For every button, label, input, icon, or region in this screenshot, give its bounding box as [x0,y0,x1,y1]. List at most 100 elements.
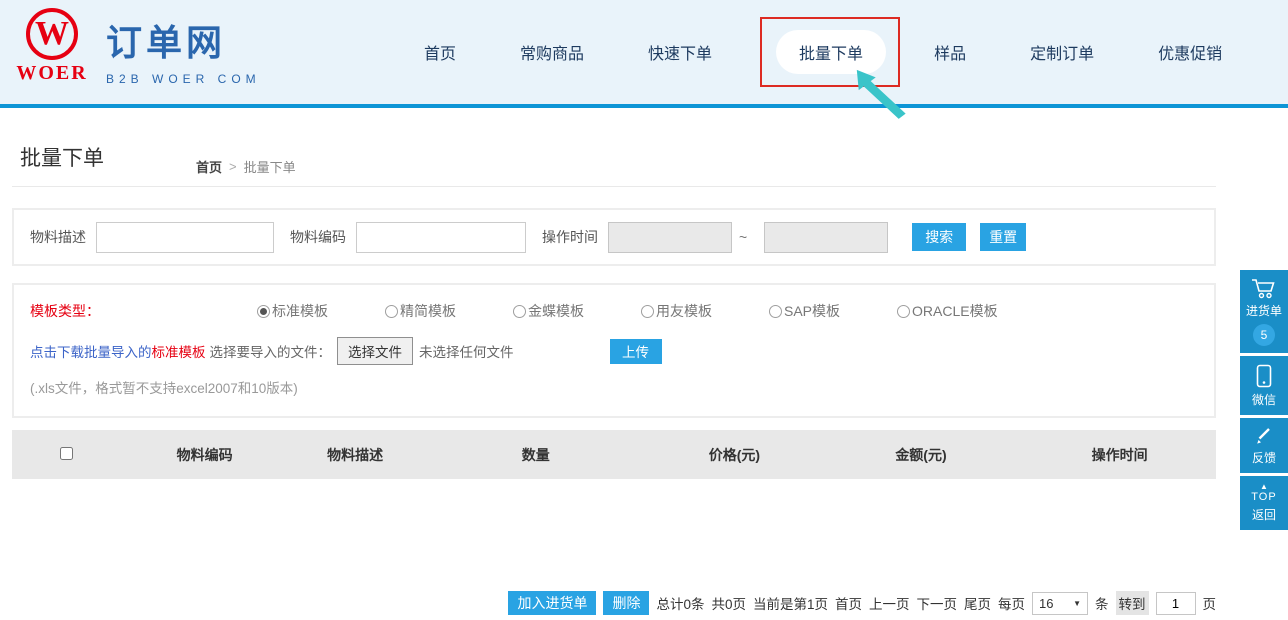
select-all-checkbox[interactable] [60,447,73,460]
teal-arrow-annotation-icon [846,66,912,122]
radio-yonyou-template[interactable]: 用友模板 [641,301,769,321]
download-template-link-red[interactable]: 标准模板 [152,341,206,361]
download-template-link[interactable]: 点击下载批量导入的 [30,341,152,361]
back-label: 返回 [1240,506,1288,523]
reset-button[interactable]: 重置 [980,223,1026,251]
col-price: 价格(元) [650,445,819,465]
radio-label: 用友模板 [656,301,712,321]
total-pages-text: 共0页 [711,593,746,613]
logo-text: WOER [16,62,88,85]
material-code-label: 物料编码 [290,227,346,247]
material-desc-input[interactable] [96,222,274,253]
col-material-code: 物料编码 [120,445,289,465]
choose-file-button[interactable]: 选择文件 [337,337,413,365]
col-quantity: 数量 [421,445,650,465]
current-page-text: 当前是第1页 [753,593,828,613]
last-page-link[interactable]: 尾页 [964,593,991,613]
prev-page-link[interactable]: 上一页 [869,593,910,613]
mobile-phone-icon [1256,364,1272,388]
radio-kingdee-template[interactable]: 金蝶模板 [513,301,641,321]
radio-icon [513,305,526,318]
first-page-link[interactable]: 首页 [835,593,862,613]
goto-page-unit: 页 [1203,593,1217,613]
side-toolbar: 进货单 5 微信 反馈 ▲ TOP 返回 [1240,270,1288,533]
nav-item-quick-order[interactable]: 快速下单 [648,40,712,64]
site-header: W WOER 订单网 B2B WOER COM 首页 常购商品 快速下单 批量下… [0,0,1288,108]
material-desc-label: 物料描述 [30,227,86,247]
radio-standard-template[interactable]: 标准模板 [257,301,385,321]
date-from-input[interactable] [608,222,732,253]
page-title: 批量下单 [20,142,104,172]
template-type-row: 模板类型： 标准模板 精简模板 金蝶模板 用友模板 SAP模板 ORACLE模板 [30,301,1214,321]
col-operation-time: 操作时间 [1023,445,1216,465]
select-all-cell [12,447,120,463]
radio-icon [641,305,654,318]
radio-icon [769,305,782,318]
template-section: 模板类型： 标准模板 精简模板 金蝶模板 用友模板 SAP模板 ORACLE模板… [12,283,1216,418]
radio-oracle-template[interactable]: ORACLE模板 [897,301,1025,321]
radio-label: 精简模板 [400,301,456,321]
breadcrumb: 首页 > 批量下单 [196,157,296,176]
per-page-label: 每页 [998,593,1025,613]
top-arrow-icon: ▲ [1240,484,1288,490]
feedback-shortcut[interactable]: 反馈 [1240,418,1288,473]
date-range-separator: ~ [739,229,747,245]
back-to-top-shortcut[interactable]: ▲ TOP 返回 [1240,476,1288,530]
xls-format-note: (.xls文件，格式暂不支持excel2007和10版本) [30,377,1214,397]
goto-page-input[interactable] [1156,592,1196,615]
breadcrumb-home[interactable]: 首页 [196,157,222,176]
date-to-input[interactable] [764,222,888,253]
per-page-select[interactable]: 16 ▼ [1032,592,1088,615]
nav-item-home[interactable]: 首页 [424,40,456,64]
radio-icon [897,305,910,318]
site-logo[interactable]: W WOER 订单网 B2B WOER COM [16,6,261,86]
radio-icon [385,305,398,318]
breadcrumb-separator: > [229,159,237,174]
nav-item-samples[interactable]: 样品 [934,40,966,64]
template-type-label: 模板类型： [30,301,257,321]
table-header-row: 物料编码 物料描述 数量 价格(元) 金额(元) 操作时间 [12,430,1216,479]
radio-simple-template[interactable]: 精简模板 [385,301,513,321]
nav-item-promotions[interactable]: 优惠促销 [1158,40,1222,64]
logo-mark: W WOER [16,6,88,85]
dropdown-arrow-icon: ▼ [1073,599,1081,608]
total-count-text: 总计0条 [656,593,704,613]
per-page-unit: 条 [1095,593,1109,613]
radio-label: SAP模板 [784,301,840,321]
feedback-label: 反馈 [1240,449,1288,466]
wechat-label: 微信 [1240,391,1288,408]
col-amount: 金额(元) [819,445,1024,465]
nav-item-frequent-goods[interactable]: 常购商品 [520,40,584,64]
delete-button[interactable]: 删除 [603,591,649,615]
cart-label: 进货单 [1240,302,1288,319]
breadcrumb-current: 批量下单 [244,157,296,176]
choose-file-label: 选择要导入的文件： [210,341,332,361]
add-to-cart-button[interactable]: 加入进货单 [508,591,596,615]
wechat-shortcut[interactable]: 微信 [1240,356,1288,415]
cart-icon [1251,278,1277,299]
goto-page-label: 转到 [1116,591,1149,615]
cart-count-badge: 5 [1253,324,1275,346]
logo-letter: W [35,17,69,51]
logo-ring-icon: W [26,8,78,60]
no-file-selected-text: 未选择任何文件 [419,341,514,361]
logo-site-name-block: 订单网 B2B WOER COM [106,6,261,86]
search-button[interactable]: 搜索 [912,223,966,251]
radio-label: 金蝶模板 [528,301,584,321]
per-page-value: 16 [1039,596,1053,611]
radio-label: ORACLE模板 [912,301,998,321]
top-word: TOP [1240,491,1288,503]
next-page-link[interactable]: 下一页 [917,593,958,613]
import-file-row: 点击下载批量导入的 标准模板 选择要导入的文件： 选择文件 未选择任何文件 上传 [30,337,1214,365]
search-form: 物料描述 物料编码 操作时间 ~ 搜索 重置 [12,208,1216,266]
site-name: 订单网 [106,14,261,66]
nav-item-custom-order[interactable]: 定制订单 [1030,40,1094,64]
operation-time-label: 操作时间 [542,227,598,247]
pagination-bar: 加入进货单 删除 总计0条 共0页 当前是第1页 首页 上一页 下一页 尾页 每… [12,591,1216,615]
material-code-input[interactable] [356,222,526,253]
pencil-icon [1254,426,1274,446]
radio-sap-template[interactable]: SAP模板 [769,301,897,321]
upload-button[interactable]: 上传 [610,339,662,364]
cart-shortcut[interactable]: 进货单 5 [1240,270,1288,353]
radio-label: 标准模板 [272,301,328,321]
